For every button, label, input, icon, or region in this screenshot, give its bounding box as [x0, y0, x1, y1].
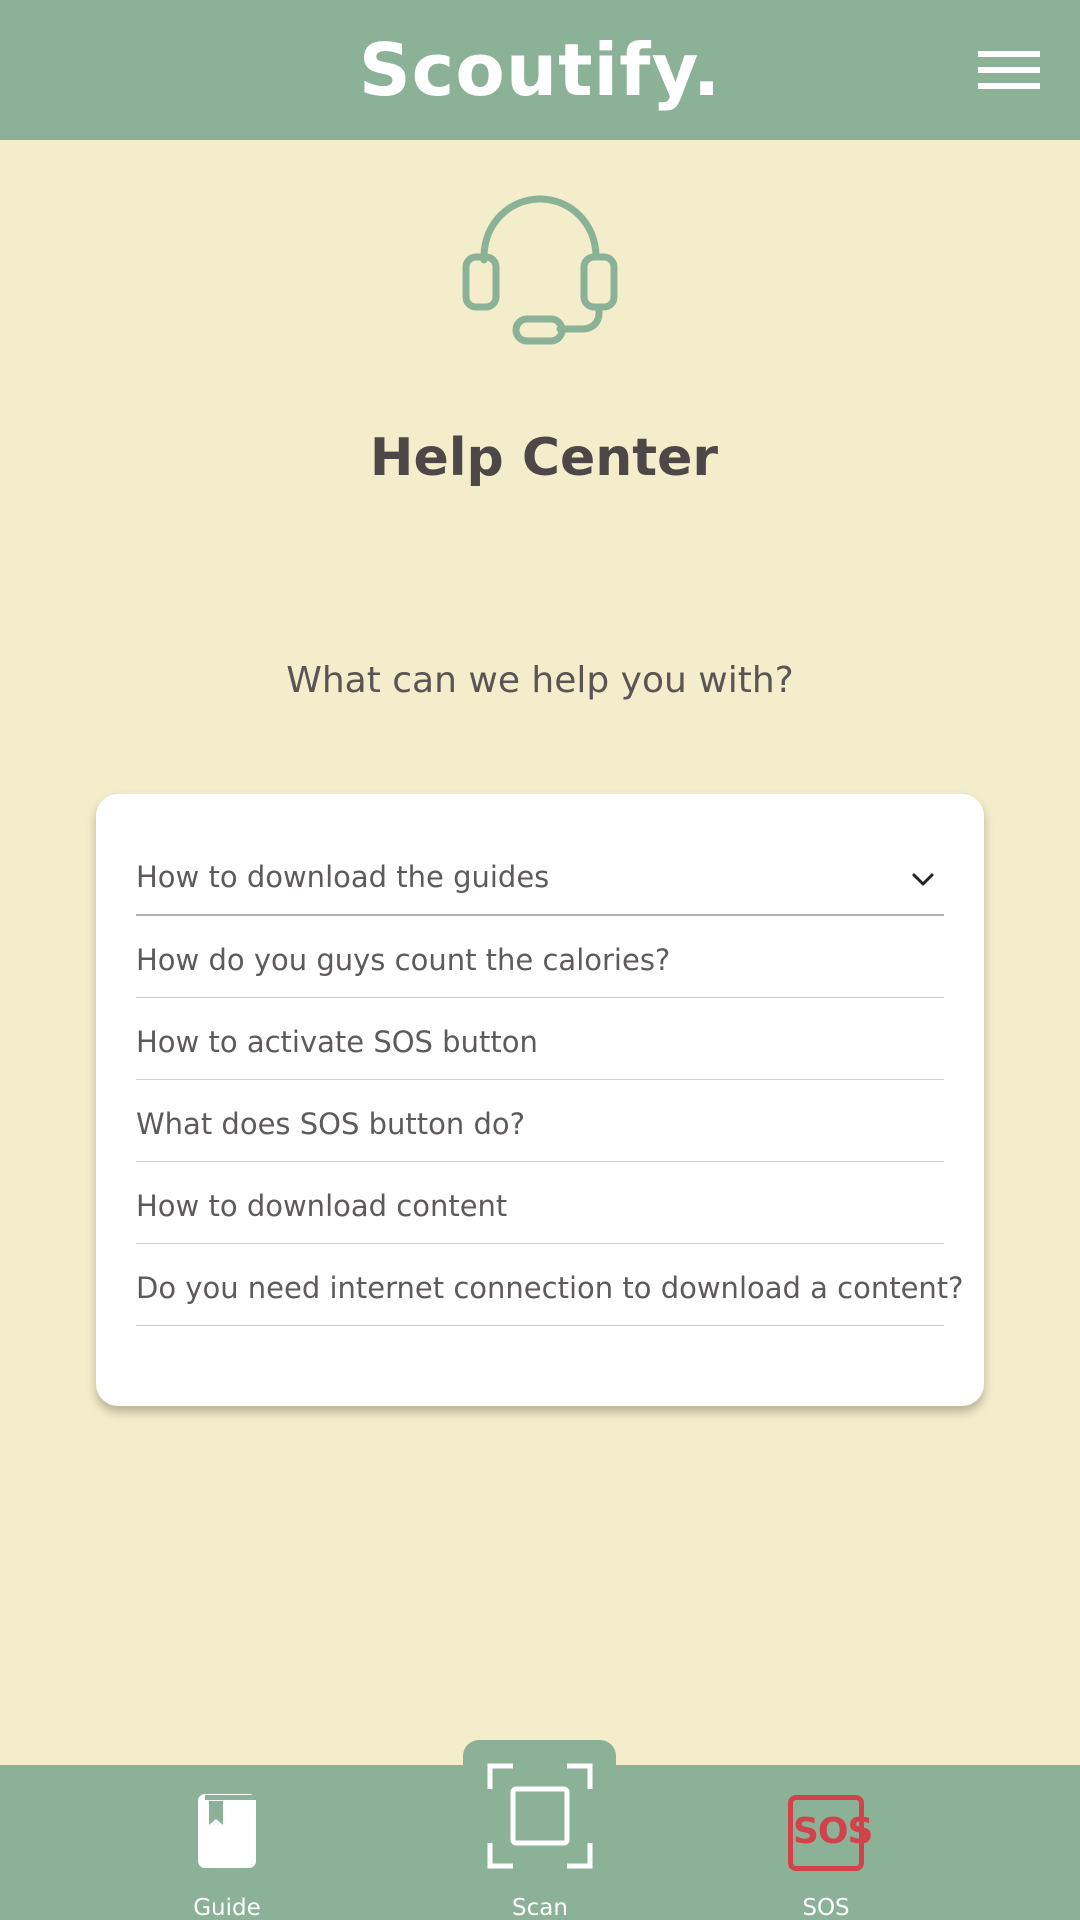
menu-icon-bar [978, 83, 1040, 89]
nav-sos-label: SOS [802, 1895, 850, 1920]
nav-scan-label: Scan [512, 1895, 568, 1920]
top-app-bar: Scoutify. [0, 0, 1080, 140]
book-icon [198, 1794, 257, 1868]
sos-icon: SOS [788, 1795, 873, 1871]
menu-icon-bar [978, 67, 1040, 73]
faq-question: How do you guys count the calories? [136, 943, 671, 977]
nav-sos[interactable]: SOS SOS [766, 1765, 886, 1920]
headset-icon [462, 195, 618, 345]
faq-item[interactable]: What does SOS button do? [136, 1080, 944, 1162]
faq-item[interactable]: How to activate SOS button [136, 998, 944, 1080]
nav-guide-label: Guide [193, 1895, 261, 1920]
brand-logo: Scoutify. [358, 28, 722, 112]
faq-card: How to download the guides How do you gu… [96, 794, 984, 1406]
app-screen: Scoutify. Help Center What can we help y… [0, 0, 1080, 1920]
faq-item[interactable]: How do you guys count the calories? [136, 916, 944, 998]
faq-question: How to download content [136, 1189, 508, 1223]
nav-guide[interactable]: Guide [167, 1765, 287, 1920]
faq-item[interactable]: How to download the guides [136, 834, 944, 916]
faq-question: How to download the guides [136, 860, 550, 894]
menu-icon-bar [978, 51, 1040, 57]
faq-question: How to activate SOS button [136, 1025, 538, 1059]
chevron-down-icon[interactable] [910, 870, 936, 888]
faq-question: Do you need internet connection to downl… [136, 1271, 964, 1305]
hamburger-menu-button[interactable] [978, 48, 1040, 92]
scan-frame-icon [487, 1763, 593, 1869]
faq-item[interactable]: Do you need internet connection to downl… [136, 1244, 964, 1326]
page-subtitle: What can we help you with? [286, 660, 794, 701]
page-title: Help Center [369, 428, 719, 488]
nav-scan[interactable]: Scan [465, 1763, 615, 1920]
faq-item[interactable]: How to download content [136, 1162, 944, 1244]
faq-question: What does SOS button do? [136, 1107, 526, 1141]
